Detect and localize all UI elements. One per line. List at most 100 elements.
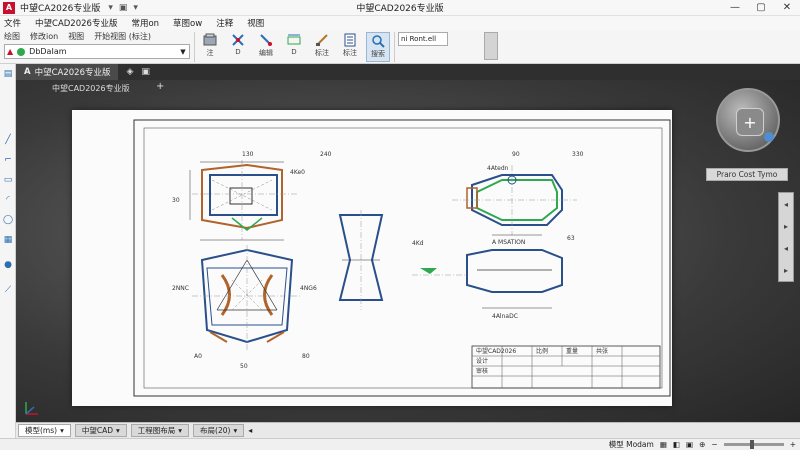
- top-view: [192, 245, 302, 350]
- layout-tab-label: 中望CAD: [81, 426, 113, 435]
- dimension-tool-button[interactable]: D: [282, 32, 306, 62]
- layer-combo[interactable]: ▲ DbDaIam ▼: [4, 44, 190, 59]
- layout-tab-label: 模型(ms): [25, 426, 58, 435]
- menu-item-sketch[interactable]: 草图ow: [173, 17, 202, 29]
- dimension-icon: [286, 32, 302, 48]
- app-logo-icon[interactable]: A: [3, 1, 15, 14]
- pan-icon[interactable]: ◂: [784, 200, 788, 209]
- zoom-in-icon[interactable]: +: [790, 440, 796, 449]
- tool-label: 标注: [315, 49, 329, 57]
- ribbon-collapse-button[interactable]: [484, 32, 498, 60]
- measure-tool-icon[interactable]: ⟋: [2, 284, 14, 296]
- table-icon: [342, 32, 358, 48]
- maximize-button[interactable]: ▢: [748, 0, 774, 16]
- menu-item-file[interactable]: 文件: [4, 17, 21, 29]
- polar-icon[interactable]: ⊕: [699, 440, 705, 449]
- menu-item-view[interactable]: 视图: [247, 17, 264, 29]
- grid-icon[interactable]: ▦: [660, 440, 667, 449]
- ribbon-modify[interactable]: 修改ion: [30, 31, 58, 42]
- layout-tab-label: 布局(20): [200, 426, 231, 435]
- view-cube-home-icon[interactable]: +: [736, 108, 764, 136]
- dim-label-top-4: 330: [572, 151, 584, 158]
- snap-icon[interactable]: ◧: [673, 440, 680, 449]
- rectangle-tool-icon[interactable]: ▭: [2, 174, 14, 186]
- tool-label: D: [291, 48, 297, 56]
- layout-tab-3[interactable]: 布局(20) ▾: [193, 424, 245, 437]
- title-bar: A 中望CA2026专业版 ▾ ▣ ▾ 中望CAD2026专业版 — ▢ ✕: [0, 0, 800, 16]
- layout-tab-1[interactable]: 中望CAD ▾: [74, 424, 127, 437]
- coordinate-system-button[interactable]: Praro Cost Tymo: [706, 168, 788, 181]
- layer-lock-icon: ▲: [7, 47, 14, 56]
- model-space-toggle[interactable]: 模型 Modam: [609, 439, 654, 450]
- arc-tool-icon[interactable]: ◜: [2, 194, 14, 206]
- ribbon-view[interactable]: 视图: [68, 31, 84, 42]
- zoom-icon[interactable]: ▸: [784, 222, 788, 231]
- title-block-cell: 比例: [536, 347, 548, 355]
- dim-label-bottom-2: 50: [240, 363, 248, 370]
- search-tool-button[interactable]: 搜索: [366, 32, 390, 62]
- ribbon-start-view[interactable]: 开始视图 (标注): [94, 31, 151, 42]
- ortho-icon[interactable]: ▣: [686, 440, 693, 449]
- layer-tool-button[interactable]: 注: [198, 32, 222, 62]
- chevron-down-icon: ▾: [178, 426, 183, 435]
- polyline-tool-icon[interactable]: ⌐: [2, 154, 14, 166]
- annotate-tool-button[interactable]: 标注: [310, 32, 334, 62]
- layout-tab-model[interactable]: 模型(ms) ▾: [18, 424, 71, 437]
- ucs-axis-icon: [25, 402, 38, 415]
- hatch-tool-icon[interactable]: ▦: [2, 234, 14, 246]
- zoom-slider-knob[interactable]: [749, 440, 754, 449]
- drawing-tab-menu-icon[interactable]: ◈: [126, 67, 133, 77]
- orbit-icon[interactable]: ◂: [784, 244, 788, 253]
- new-tab-icon[interactable]: +: [156, 81, 164, 92]
- drawing-tab-bar: A 中望CA2026专业版 ◈ ▣: [16, 64, 800, 80]
- layer-icon: [202, 32, 218, 48]
- section-view-b: [412, 249, 563, 309]
- ribbon: 绘图 修改ion 视图 开始视图 (标注) ▲ DbDaIam ▼ 注 D 编辑: [0, 30, 800, 64]
- status-bar: 模型 Modam ▦ ◧ ▣ ⊕ − +: [0, 438, 800, 450]
- quick-access-dropdown-icon[interactable]: ▾: [108, 3, 113, 13]
- dim-label-top-2: 240: [320, 151, 332, 158]
- menu-item-app[interactable]: 中望CAD2026专业版: [35, 17, 117, 29]
- view-cube-orbit-icon[interactable]: [764, 132, 774, 142]
- title-block-cell: 共张: [596, 347, 608, 355]
- file-tab-label[interactable]: 中望CAD2026专业版: [52, 83, 130, 94]
- quick-access-toolbar: ▾ ▣ ▾: [108, 3, 138, 13]
- edit-icon: [258, 32, 274, 48]
- paper-sheet: 130 240 90 330 30 4Ke0 4Kd 2NNC 4NG6 63 …: [72, 110, 672, 406]
- quick-access-more-icon[interactable]: ▾: [133, 3, 138, 13]
- layout-tab-label: 工程图布局: [137, 426, 176, 435]
- ribbon-separator: [194, 32, 195, 62]
- window-controls: — ▢ ✕: [722, 0, 800, 16]
- ribbon-search-input[interactable]: ni Ront.ell: [398, 32, 448, 46]
- line-tool-icon[interactable]: ╱: [2, 134, 14, 146]
- minimize-button[interactable]: —: [722, 0, 748, 16]
- title-block-cell: 审核: [476, 367, 488, 375]
- sphere-tool-icon[interactable]: ●: [2, 259, 14, 271]
- zoom-out-icon[interactable]: −: [711, 440, 717, 449]
- dim-label-left-2: 4Ke0: [290, 169, 305, 176]
- ribbon-draw[interactable]: 绘图: [4, 31, 20, 42]
- panel-toggle-icon[interactable]: ▤: [2, 68, 14, 80]
- showmotion-icon[interactable]: ▸: [784, 266, 788, 275]
- zoom-slider[interactable]: [723, 440, 784, 449]
- edit-tool-button[interactable]: 编辑: [254, 32, 278, 62]
- drawing-tab[interactable]: A 中望CA2026专业版: [16, 64, 119, 80]
- add-layout-icon[interactable]: ◂: [248, 426, 252, 435]
- menu-item-home[interactable]: 常用on: [131, 17, 159, 29]
- quick-access-save-icon[interactable]: ▣: [119, 3, 128, 13]
- drawing-canvas[interactable]: 中望CAD2026专业版 + 130 240 90 330 30 4Ke0 4K…: [16, 80, 800, 422]
- menu-item-annotate[interactable]: 注释: [216, 17, 233, 29]
- chevron-down-icon[interactable]: ▼: [177, 48, 189, 56]
- drawing-tab-save-icon[interactable]: ▣: [141, 67, 150, 77]
- view-cube[interactable]: +: [716, 88, 780, 152]
- move-tool-button[interactable]: D: [226, 32, 250, 62]
- table-tool-button[interactable]: 标注: [338, 32, 362, 62]
- close-button[interactable]: ✕: [774, 0, 800, 16]
- dim-label-left-5: 4NG6: [300, 285, 317, 292]
- circle-tool-icon[interactable]: ◯: [2, 214, 14, 226]
- dim-label-bottom-1: A0: [194, 353, 202, 360]
- annotate-icon: [314, 32, 330, 48]
- chevron-down-icon: ▾: [116, 426, 120, 435]
- layout-tab-2[interactable]: 工程图布局 ▾: [130, 424, 190, 437]
- layout-tab-bar: 模型(ms) ▾ 中望CAD ▾ 工程图布局 ▾ 布局(20) ▾ ◂: [16, 422, 800, 438]
